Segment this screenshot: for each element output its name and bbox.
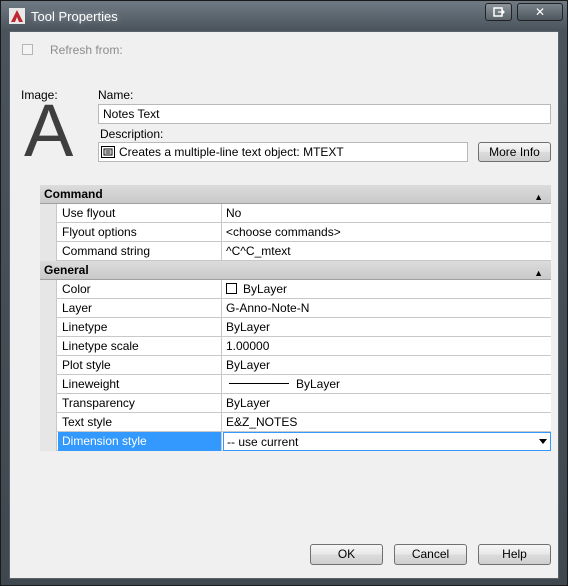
property-name: Use flyout bbox=[58, 204, 222, 223]
property-row-layer[interactable]: Layer G-Anno-Note-N bbox=[40, 299, 551, 318]
section-header-general[interactable]: General ▲ bbox=[40, 261, 551, 280]
refresh-from-label: Refresh from: bbox=[50, 43, 123, 57]
row-gutter bbox=[40, 280, 57, 299]
property-value[interactable]: ^C^C_mtext bbox=[223, 242, 551, 261]
dimension-style-value: -- use current bbox=[227, 435, 299, 449]
row-gutter bbox=[40, 299, 57, 318]
property-row-lineweight[interactable]: Lineweight ByLayer bbox=[40, 375, 551, 394]
property-row-plot-style[interactable]: Plot style ByLayer bbox=[40, 356, 551, 375]
property-value[interactable]: E&Z_NOTES bbox=[223, 413, 551, 432]
multiline-text-icon bbox=[101, 146, 115, 158]
property-name: Transparency bbox=[58, 394, 222, 413]
property-name: Flyout options bbox=[58, 223, 222, 242]
description-field[interactable]: Creates a multiple-line text object: MTE… bbox=[98, 142, 468, 162]
property-name: Dimension style bbox=[58, 432, 222, 451]
dialog-body: Refresh from: Image: A Name: Notes Text … bbox=[9, 31, 559, 579]
name-label: Name: bbox=[98, 88, 134, 102]
property-row-text-style[interactable]: Text style E&Z_NOTES bbox=[40, 413, 551, 432]
text-tool-preview-glyph: A bbox=[24, 100, 74, 170]
ok-button[interactable]: OK bbox=[310, 544, 383, 565]
property-value[interactable]: 1.00000 bbox=[223, 337, 551, 356]
property-row-dimension-style[interactable]: Dimension style -- use current bbox=[40, 432, 551, 451]
window-title: Tool Properties bbox=[31, 9, 118, 24]
property-name: Layer bbox=[58, 299, 222, 318]
property-value[interactable]: ByLayer bbox=[223, 318, 551, 337]
dimension-style-dropdown[interactable]: -- use current bbox=[223, 432, 551, 451]
section-title-command: Command bbox=[44, 187, 103, 201]
cancel-button[interactable]: Cancel bbox=[394, 544, 467, 565]
property-name: Text style bbox=[58, 413, 222, 432]
property-value[interactable]: ByLayer bbox=[223, 375, 551, 394]
restore-icon bbox=[492, 7, 505, 17]
property-name: Plot style bbox=[58, 356, 222, 375]
property-value[interactable]: ByLayer bbox=[223, 356, 551, 375]
help-button[interactable]: Help bbox=[478, 544, 551, 565]
restore-button[interactable] bbox=[485, 3, 512, 21]
row-gutter bbox=[40, 223, 57, 242]
tool-properties-window: Tool Properties ✕ Refresh from: Image: A… bbox=[0, 0, 568, 586]
property-name: Linetype scale bbox=[58, 337, 222, 356]
tool-image-preview[interactable]: A bbox=[22, 100, 82, 170]
lineweight-sample-line bbox=[229, 383, 289, 384]
more-info-button[interactable]: More Info bbox=[478, 142, 551, 162]
close-button[interactable]: ✕ bbox=[517, 3, 563, 21]
row-gutter bbox=[40, 204, 57, 223]
refresh-from-checkbox[interactable] bbox=[22, 44, 33, 55]
row-gutter bbox=[40, 375, 57, 394]
property-value[interactable]: ByLayer bbox=[223, 280, 551, 299]
property-row-color[interactable]: Color ByLayer bbox=[40, 280, 551, 299]
property-value[interactable]: ByLayer bbox=[223, 394, 551, 413]
autocad-app-icon bbox=[9, 8, 25, 24]
property-row-flyout-options[interactable]: Flyout options <choose commands> bbox=[40, 223, 551, 242]
row-gutter bbox=[40, 432, 57, 451]
property-name: Color bbox=[58, 280, 222, 299]
property-name: Command string bbox=[58, 242, 222, 261]
property-value[interactable]: No bbox=[223, 204, 551, 223]
row-gutter bbox=[40, 242, 57, 261]
description-text: Creates a multiple-line text object: MTE… bbox=[119, 145, 344, 159]
property-row-transparency[interactable]: Transparency ByLayer bbox=[40, 394, 551, 413]
dropdown-arrow-icon[interactable] bbox=[539, 439, 547, 444]
lineweight-value: ByLayer bbox=[296, 377, 341, 391]
property-row-linetype-scale[interactable]: Linetype scale 1.00000 bbox=[40, 337, 551, 356]
row-gutter bbox=[40, 356, 57, 375]
property-value[interactable]: <choose commands> bbox=[223, 223, 551, 242]
close-icon: ✕ bbox=[534, 5, 546, 19]
property-name: Lineweight bbox=[58, 375, 222, 394]
property-name: Linetype bbox=[58, 318, 222, 337]
property-row-use-flyout[interactable]: Use flyout No bbox=[40, 204, 551, 223]
title-bar[interactable]: Tool Properties ✕ bbox=[1, 1, 567, 31]
description-label: Description: bbox=[100, 127, 164, 141]
color-swatch-icon bbox=[226, 283, 237, 294]
property-row-command-string[interactable]: Command string ^C^C_mtext bbox=[40, 242, 551, 261]
color-value: ByLayer bbox=[243, 282, 288, 296]
properties-grid: Command ▲ Use flyout No Flyout options <… bbox=[40, 185, 551, 451]
row-gutter bbox=[40, 394, 57, 413]
row-gutter bbox=[40, 337, 57, 356]
section-title-general: General bbox=[44, 263, 89, 277]
property-value[interactable]: G-Anno-Note-N bbox=[223, 299, 551, 318]
property-row-linetype[interactable]: Linetype ByLayer bbox=[40, 318, 551, 337]
row-gutter bbox=[40, 413, 57, 432]
section-header-command[interactable]: Command ▲ bbox=[40, 185, 551, 204]
name-field[interactable]: Notes Text bbox=[98, 104, 551, 124]
row-gutter bbox=[40, 318, 57, 337]
